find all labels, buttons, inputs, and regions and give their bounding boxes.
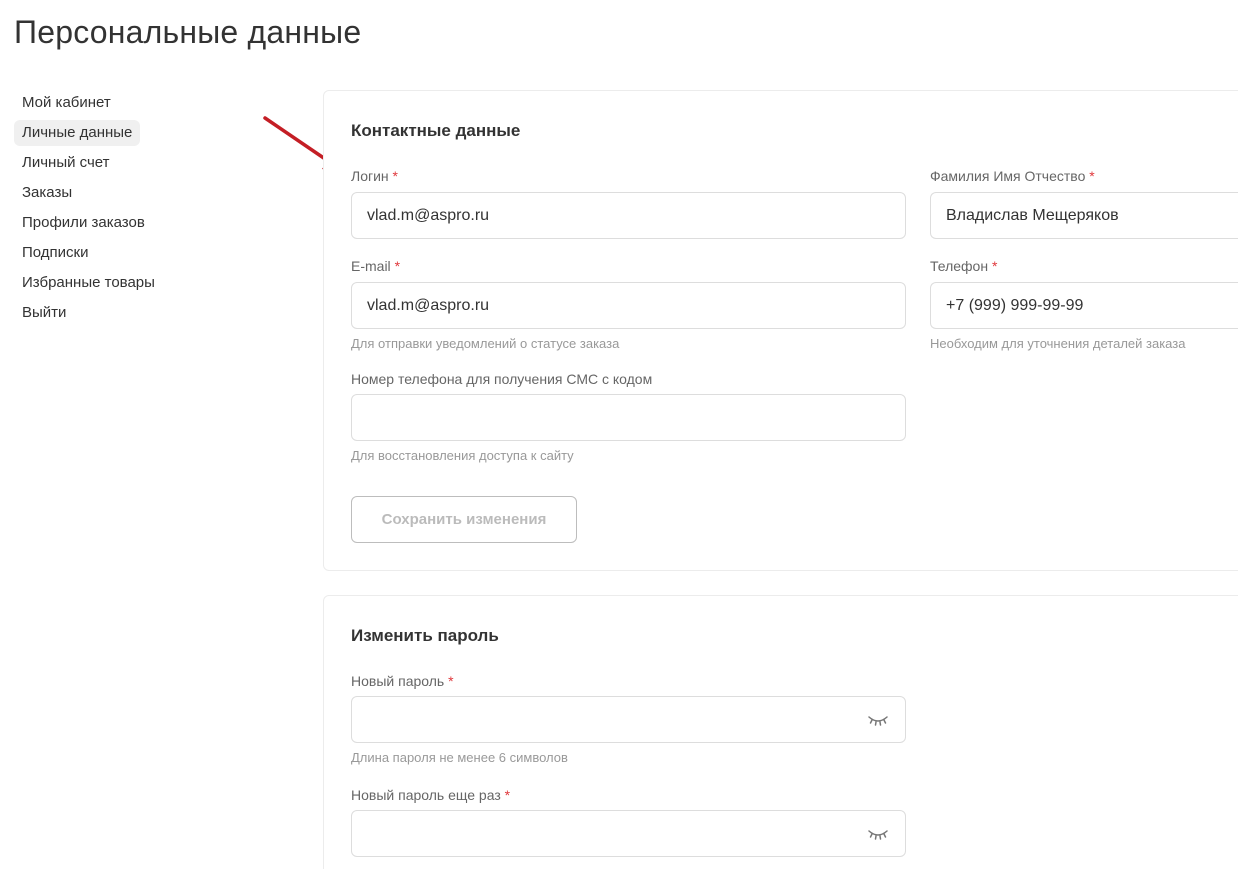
email-label: E-mail * — [351, 258, 400, 274]
email-hint: Для отправки уведомлений о статусе заказ… — [351, 336, 620, 351]
phone-input[interactable] — [930, 282, 1238, 329]
repeat-password-input[interactable] — [351, 810, 906, 857]
page-title: Персональные данные — [14, 14, 362, 50]
sidebar-item-logout[interactable]: Выйти — [14, 300, 74, 326]
phone-label-text: Телефон — [930, 258, 989, 274]
sidebar-item-order-profiles[interactable]: Профили заказов — [14, 210, 153, 236]
save-changes-button[interactable]: Сохранить изменения — [351, 496, 577, 543]
eye-closed-icon[interactable] — [868, 714, 888, 726]
fio-label-text: Фамилия Имя Отчество — [930, 168, 1086, 184]
new-password-label-text: Новый пароль — [351, 673, 445, 689]
sms-phone-hint: Для восстановления доступа к сайту — [351, 448, 574, 463]
email-label-text: E-mail — [351, 258, 391, 274]
fio-input[interactable] — [930, 192, 1238, 239]
required-mark: * — [392, 168, 398, 184]
repeat-password-label-text: Новый пароль еще раз — [351, 787, 501, 803]
sidebar-item-orders[interactable]: Заказы — [14, 180, 80, 206]
required-mark: * — [1089, 168, 1095, 184]
new-password-label: Новый пароль * — [351, 673, 454, 689]
change-password-title: Изменить пароль — [351, 626, 499, 645]
sidebar-item-personal-account[interactable]: Личный счет — [14, 150, 118, 176]
sms-phone-input[interactable] — [351, 394, 906, 441]
repeat-password-label: Новый пароль еще раз * — [351, 787, 510, 803]
sms-phone-label: Номер телефона для получения СМС с кодом — [351, 371, 653, 387]
login-input[interactable] — [351, 192, 906, 239]
new-password-hint: Длина пароля не менее 6 символов — [351, 750, 568, 765]
sidebar-item-subscriptions[interactable]: Подписки — [14, 240, 97, 266]
fio-label: Фамилия Имя Отчество * — [930, 168, 1095, 184]
eye-closed-icon[interactable] — [868, 828, 888, 840]
sidebar-item-personal-data[interactable]: Личные данные — [14, 120, 141, 146]
login-label: Логин * — [351, 168, 398, 184]
email-input[interactable] — [351, 282, 906, 329]
change-password-card: Изменить пароль Новый пароль * Длина пар… — [323, 595, 1238, 869]
new-password-input[interactable] — [351, 696, 906, 743]
contact-data-title: Контактные данные — [351, 121, 521, 140]
required-mark: * — [504, 787, 511, 803]
required-mark: * — [991, 258, 998, 274]
required-mark: * — [448, 673, 454, 689]
contact-data-card: Контактные данные Логин * Фамилия Имя От… — [323, 90, 1238, 571]
sidebar-item-my-cabinet[interactable]: Мой кабинет — [14, 90, 119, 116]
sidebar-item-favorites[interactable]: Избранные товары — [14, 270, 163, 296]
login-label-text: Логин — [351, 168, 389, 184]
sidebar: Мой кабинет Личные данные Личный счет За… — [14, 90, 214, 330]
required-mark: * — [394, 258, 401, 274]
phone-label: Телефон * — [930, 258, 997, 274]
phone-hint: Необходим для уточнения деталей заказа — [930, 336, 1186, 351]
